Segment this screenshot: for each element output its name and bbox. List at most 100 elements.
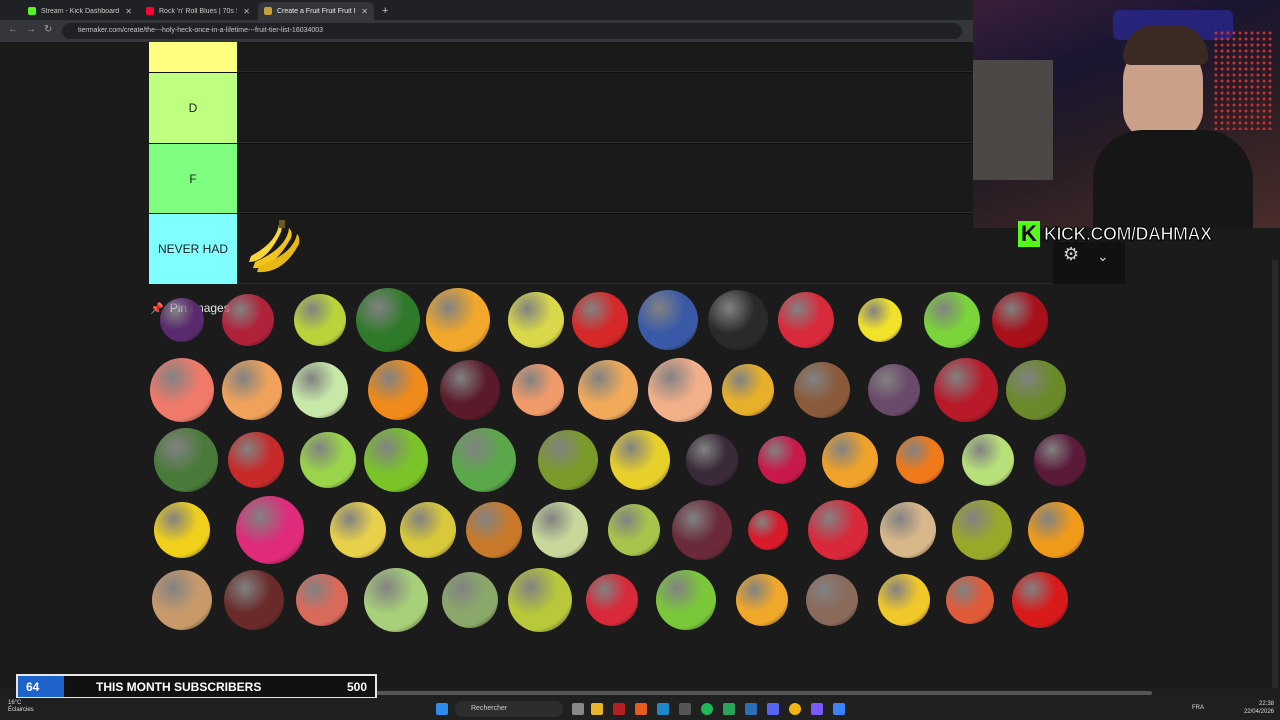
fig-image[interactable] [868,364,920,416]
kick-favicon-icon [28,7,36,15]
pear-image[interactable] [508,292,564,348]
discord-icon[interactable] [767,703,779,715]
physalis-image[interactable] [1028,502,1084,558]
yellow-dragonfruit-image[interactable] [330,502,386,558]
sapodilla-image[interactable] [806,574,858,626]
system-tray[interactable]: FRA 22:38 22/04/2026 [1192,700,1274,716]
orange-image[interactable] [368,360,428,420]
steam-icon[interactable] [745,703,757,715]
pineapple-image[interactable] [722,364,774,416]
papaya-image[interactable] [822,432,878,488]
plum-image[interactable] [160,298,204,342]
tiermaker-favicon-icon [264,7,272,15]
cherry-image[interactable] [992,292,1048,348]
app-icon[interactable] [613,703,625,715]
honeydew-image[interactable] [292,362,348,418]
plum-red-image[interactable] [758,436,806,484]
tab-youtube-music[interactable]: Rock 'n' Roll Blues | 70s Swing... ✕ [140,2,256,20]
asian-pear-image[interactable] [466,502,522,558]
starfruit-image[interactable] [154,502,210,558]
pomegranate-image[interactable] [934,358,998,422]
kiwi-image[interactable] [538,430,598,490]
blackcurrant-image[interactable] [154,428,218,492]
windows-start-icon[interactable] [436,703,448,715]
green-apple-image[interactable] [364,428,428,492]
yellow-plum-image[interactable] [878,574,930,626]
guava-image[interactable] [962,434,1014,486]
back-icon[interactable]: ← [8,24,18,35]
passionfruit-image[interactable] [1034,434,1086,486]
durian-image[interactable] [952,500,1012,560]
soursop-image[interactable] [508,568,572,632]
nuts-image[interactable] [152,570,212,630]
rambutan-image[interactable] [748,510,788,550]
papaya-melon-image[interactable] [452,428,516,492]
white-sapote-image[interactable] [532,502,588,558]
nectarine-image[interactable] [648,358,712,422]
lime-image[interactable] [924,292,980,348]
mulberry-image[interactable] [686,434,738,486]
grapefruit-image[interactable] [150,358,214,422]
watermelon-image[interactable] [356,288,420,352]
file-explorer-icon[interactable] [591,703,603,715]
green-mango-image[interactable] [608,504,660,556]
green-grapes-image[interactable] [294,294,346,346]
acerola-image[interactable] [1012,572,1068,628]
rose-apple-image[interactable] [586,574,638,626]
red-grapes-image[interactable] [222,294,274,346]
chrome-icon[interactable] [789,703,801,715]
dragonfruit-image[interactable] [236,496,304,564]
new-tab-button[interactable]: + [376,2,392,20]
sweet-potato-image[interactable] [296,574,348,626]
app-icon[interactable] [833,703,845,715]
lemon-image[interactable] [858,298,902,342]
golden-kiwi-image[interactable] [610,430,670,490]
longan-image[interactable] [880,502,936,558]
close-tab-icon[interactable]: ✕ [361,7,368,16]
clock-time: 22:38 [1258,701,1274,707]
vertical-scrollbar[interactable] [1272,260,1278,688]
calamansi-image[interactable] [736,574,788,626]
tab-kick-dashboard[interactable]: Stream - Kick Dashboard ✕ [22,2,138,20]
salak-image[interactable] [224,570,284,630]
custard-apple-image[interactable] [364,568,428,632]
raspberry-image[interactable] [778,292,834,348]
app-icon[interactable] [679,703,691,715]
close-tab-icon[interactable]: ✕ [125,7,132,16]
mangosteen-image[interactable] [672,500,732,560]
subscriber-goal-target: 500 [346,679,367,694]
blueberry-image[interactable] [638,290,698,350]
streamer-hair [1123,25,1208,65]
dark-plum-image[interactable] [440,360,500,420]
peach-image[interactable] [512,364,564,416]
tab-title: Create a Fruit Fruit Fruit Fr... [277,7,355,15]
mango-image[interactable] [426,288,490,352]
persimmon-image[interactable] [896,436,944,484]
forward-icon[interactable]: → [26,24,36,35]
blackberry-image[interactable] [708,290,768,350]
app-icon[interactable] [723,703,735,715]
blood-orange-image[interactable] [946,576,994,624]
redcurrant-image[interactable] [228,432,284,488]
task-view-icon[interactable] [572,703,584,715]
cantaloupe-image[interactable] [222,360,282,420]
app-icon[interactable] [811,703,823,715]
apricot-image[interactable] [578,360,638,420]
cherimoya-image[interactable] [442,572,498,628]
spotify-icon[interactable] [701,703,713,715]
rambutan-yellow-image[interactable] [400,502,456,558]
lychee-image[interactable] [808,500,868,560]
url-input[interactable]: tiermaker.com/create/the---holy-heck-onc… [62,23,962,39]
green-rose-apple-image[interactable] [656,570,716,630]
gooseberry-image[interactable] [300,432,356,488]
tab-tiermaker[interactable]: Create a Fruit Fruit Fruit Fr... ✕ [258,2,374,20]
weather-widget[interactable]: 16°C Éclaircies [8,700,34,714]
reload-icon[interactable]: ↻ [44,24,52,35]
coconut-image[interactable] [794,362,850,418]
close-tab-icon[interactable]: ✕ [243,7,250,16]
taskbar-search[interactable]: Rechercher [455,701,563,717]
app-icon[interactable] [657,703,669,715]
app-icon[interactable] [635,703,647,715]
avocado-image[interactable] [1006,360,1066,420]
strawberry-image[interactable] [572,292,628,348]
